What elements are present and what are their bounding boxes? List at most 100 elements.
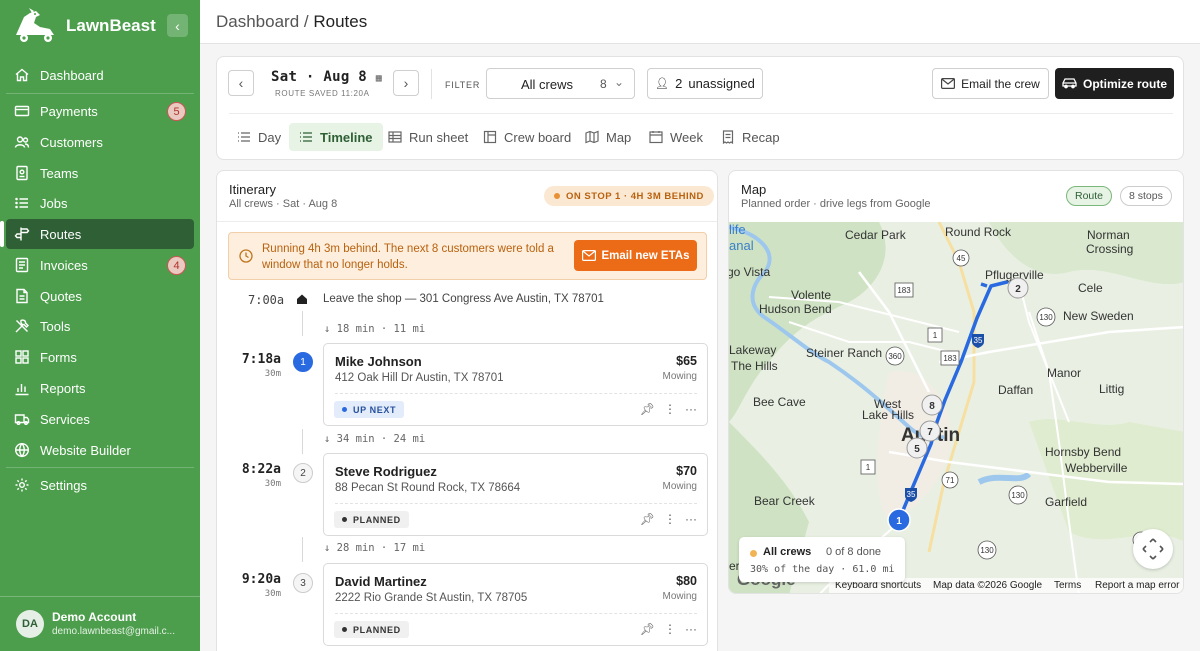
- tools-icon: [14, 318, 30, 334]
- legend-progress: 0 of 8 done: [826, 546, 882, 558]
- map-place-label: The Hills: [731, 359, 778, 373]
- sidebar-item-quotes[interactable]: Quotes: [6, 281, 194, 311]
- highway-shield: 183: [897, 286, 911, 295]
- drag-handle-icon[interactable]: ⋮: [664, 622, 676, 636]
- brand-name: LawnBeast: [66, 16, 156, 35]
- sidebar-item-tools[interactable]: Tools: [6, 311, 194, 341]
- highway-shield: 130: [1011, 491, 1025, 500]
- chevron-left-icon: ‹: [175, 17, 180, 34]
- tab-map[interactable]: Map: [575, 123, 641, 151]
- pin-icon[interactable]: 📌︎: [640, 622, 655, 636]
- itinerary-title: Itinerary: [229, 182, 276, 197]
- brand[interactable]: LawnBeast: [10, 6, 156, 46]
- customer-name: Steve Rodriguez: [335, 464, 437, 479]
- tab-recap[interactable]: Recap: [711, 123, 790, 151]
- map-stop-marker[interactable]: 1: [896, 516, 902, 527]
- sidebar-item-label: Teams: [40, 165, 79, 181]
- tab-week[interactable]: Week: [639, 123, 713, 151]
- map-legend: All crews 0 of 8 done 30% of the day · 6…: [739, 537, 905, 582]
- chevron-down-icon: ⌄: [613, 75, 624, 89]
- account-email: demo.lawnbeast@gmail.c...: [52, 626, 175, 637]
- sidebar-item-customers[interactable]: Customers: [6, 127, 194, 157]
- sidebar-item-website-builder[interactable]: Website Builder: [6, 435, 194, 465]
- highway-shield: 35: [974, 336, 983, 345]
- tab-crew-board[interactable]: Crew board: [473, 123, 581, 151]
- grid-icon: [14, 349, 30, 365]
- status-pill: PLANNED: [334, 621, 409, 638]
- prev-day-button[interactable]: ‹: [228, 70, 254, 96]
- sidebar-item-dashboard[interactable]: Dashboard: [6, 60, 194, 90]
- sidebar-item-payments[interactable]: Payments 5: [6, 96, 194, 126]
- job-service: Mowing: [662, 481, 697, 492]
- stop-card[interactable]: David Martinez 2222 Rio Grande St Austin…: [323, 563, 708, 646]
- map-stop-marker[interactable]: 5: [914, 444, 920, 455]
- map-place-label: Bear Creek: [754, 494, 816, 508]
- table-icon: [388, 131, 402, 143]
- email-crew-button[interactable]: Email the crew: [932, 68, 1049, 99]
- sidebar-item-invoices[interactable]: Invoices 4: [6, 250, 194, 280]
- terms-link[interactable]: Terms: [1054, 580, 1081, 591]
- account-name: Demo Account: [52, 610, 137, 624]
- route-controls: ‹ Sat · Aug 8 ▦ ROUTE SAVED 11:20A › FIL…: [216, 56, 1184, 160]
- email-new-etas-button[interactable]: Email new ETAs: [574, 240, 697, 271]
- tab-label: Run sheet: [409, 129, 469, 145]
- stop-card[interactable]: Steve Rodriguez 88 Pecan St Round Rock, …: [323, 453, 708, 536]
- optimize-route-button[interactable]: Optimize route: [1055, 68, 1174, 99]
- collapse-sidebar-button[interactable]: ‹: [167, 14, 188, 37]
- more-options-icon[interactable]: ···: [685, 402, 697, 416]
- breadcrumb-dashboard-link[interactable]: Dashboard: [216, 12, 299, 31]
- route-date[interactable]: Sat · Aug 8 ▦: [271, 69, 382, 85]
- map-place-label: life: [729, 222, 746, 237]
- unassigned-button[interactable]: 👤︎ 2 unassigned: [647, 68, 763, 99]
- pin-icon[interactable]: 📌︎: [640, 402, 655, 416]
- start-location: Leave the shop — 301 Congress Ave Austin…: [323, 293, 604, 305]
- report-map-error-link[interactable]: Report a map error: [1095, 580, 1179, 591]
- account-menu[interactable]: DA Demo Account demo.lawnbeast@gmail.c..…: [0, 596, 200, 651]
- crew-filter-value: All crews: [521, 77, 574, 92]
- map-pan-control[interactable]: [1133, 529, 1173, 569]
- pin-icon[interactable]: 📌︎: [640, 512, 655, 526]
- crew-filter-select[interactable]: All crews 8 ⌄: [486, 68, 635, 99]
- sidebar-item-jobs[interactable]: Jobs: [6, 188, 194, 218]
- list-icon: [238, 132, 250, 142]
- tab-run-sheet[interactable]: Run sheet: [378, 123, 478, 151]
- sidebar-item-services[interactable]: Services: [6, 404, 194, 434]
- next-day-button[interactable]: ›: [393, 70, 419, 96]
- drag-handle-icon[interactable]: ⋮: [664, 512, 676, 526]
- map-stop-marker[interactable]: 8: [929, 401, 935, 412]
- gear-icon: [14, 477, 30, 493]
- map-place-label: Lake Hills: [862, 408, 914, 422]
- credit-card-icon: [14, 103, 30, 119]
- drive-leg-text: 28 min · 17 mi: [336, 542, 426, 554]
- map-stop-marker[interactable]: 7: [927, 427, 933, 438]
- clock-icon: [239, 249, 253, 263]
- customer-address: 88 Pecan St Round Rock, TX 78664: [335, 482, 521, 494]
- sidebar-item-reports[interactable]: Reports: [6, 373, 194, 403]
- stop-time: 8:22a: [241, 462, 281, 477]
- invoices-count-badge: 4: [167, 256, 186, 275]
- breadcrumb: Dashboard / Routes: [216, 12, 367, 32]
- sidebar-item-label: Settings: [40, 477, 87, 493]
- tab-label: Crew board: [504, 129, 572, 145]
- stop-time: 9:20a: [241, 572, 281, 587]
- sidebar-item-routes[interactable]: Routes: [0, 219, 194, 249]
- route-map[interactable]: Cedar Park Round Rock Norman Crossing Pf…: [729, 222, 1183, 593]
- sidebar-item-teams[interactable]: Teams: [6, 158, 194, 188]
- stop-card[interactable]: Mike Johnson 412 Oak Hill Dr Austin, TX …: [323, 343, 708, 426]
- job-price: $70: [676, 464, 697, 478]
- map-icon: [585, 130, 599, 144]
- sidebar-item-label: Forms: [40, 349, 77, 365]
- tab-timeline[interactable]: Timeline: [289, 123, 383, 151]
- sidebar-item-forms[interactable]: Forms: [6, 342, 194, 372]
- tab-day[interactable]: Day: [227, 123, 291, 151]
- status-pill-label: UP NEXT: [353, 404, 397, 415]
- more-options-icon[interactable]: ···: [685, 622, 697, 636]
- highway-shield: 130: [980, 546, 994, 555]
- route-toggle[interactable]: Route: [1066, 186, 1113, 206]
- sidebar-item-settings[interactable]: Settings: [6, 470, 194, 500]
- receipt-icon: [722, 130, 734, 144]
- map-stop-marker[interactable]: 2: [1015, 284, 1021, 295]
- more-options-icon[interactable]: ···: [685, 512, 697, 526]
- drag-handle-icon[interactable]: ⋮: [664, 402, 676, 416]
- map-place-label: Littig: [1099, 382, 1124, 396]
